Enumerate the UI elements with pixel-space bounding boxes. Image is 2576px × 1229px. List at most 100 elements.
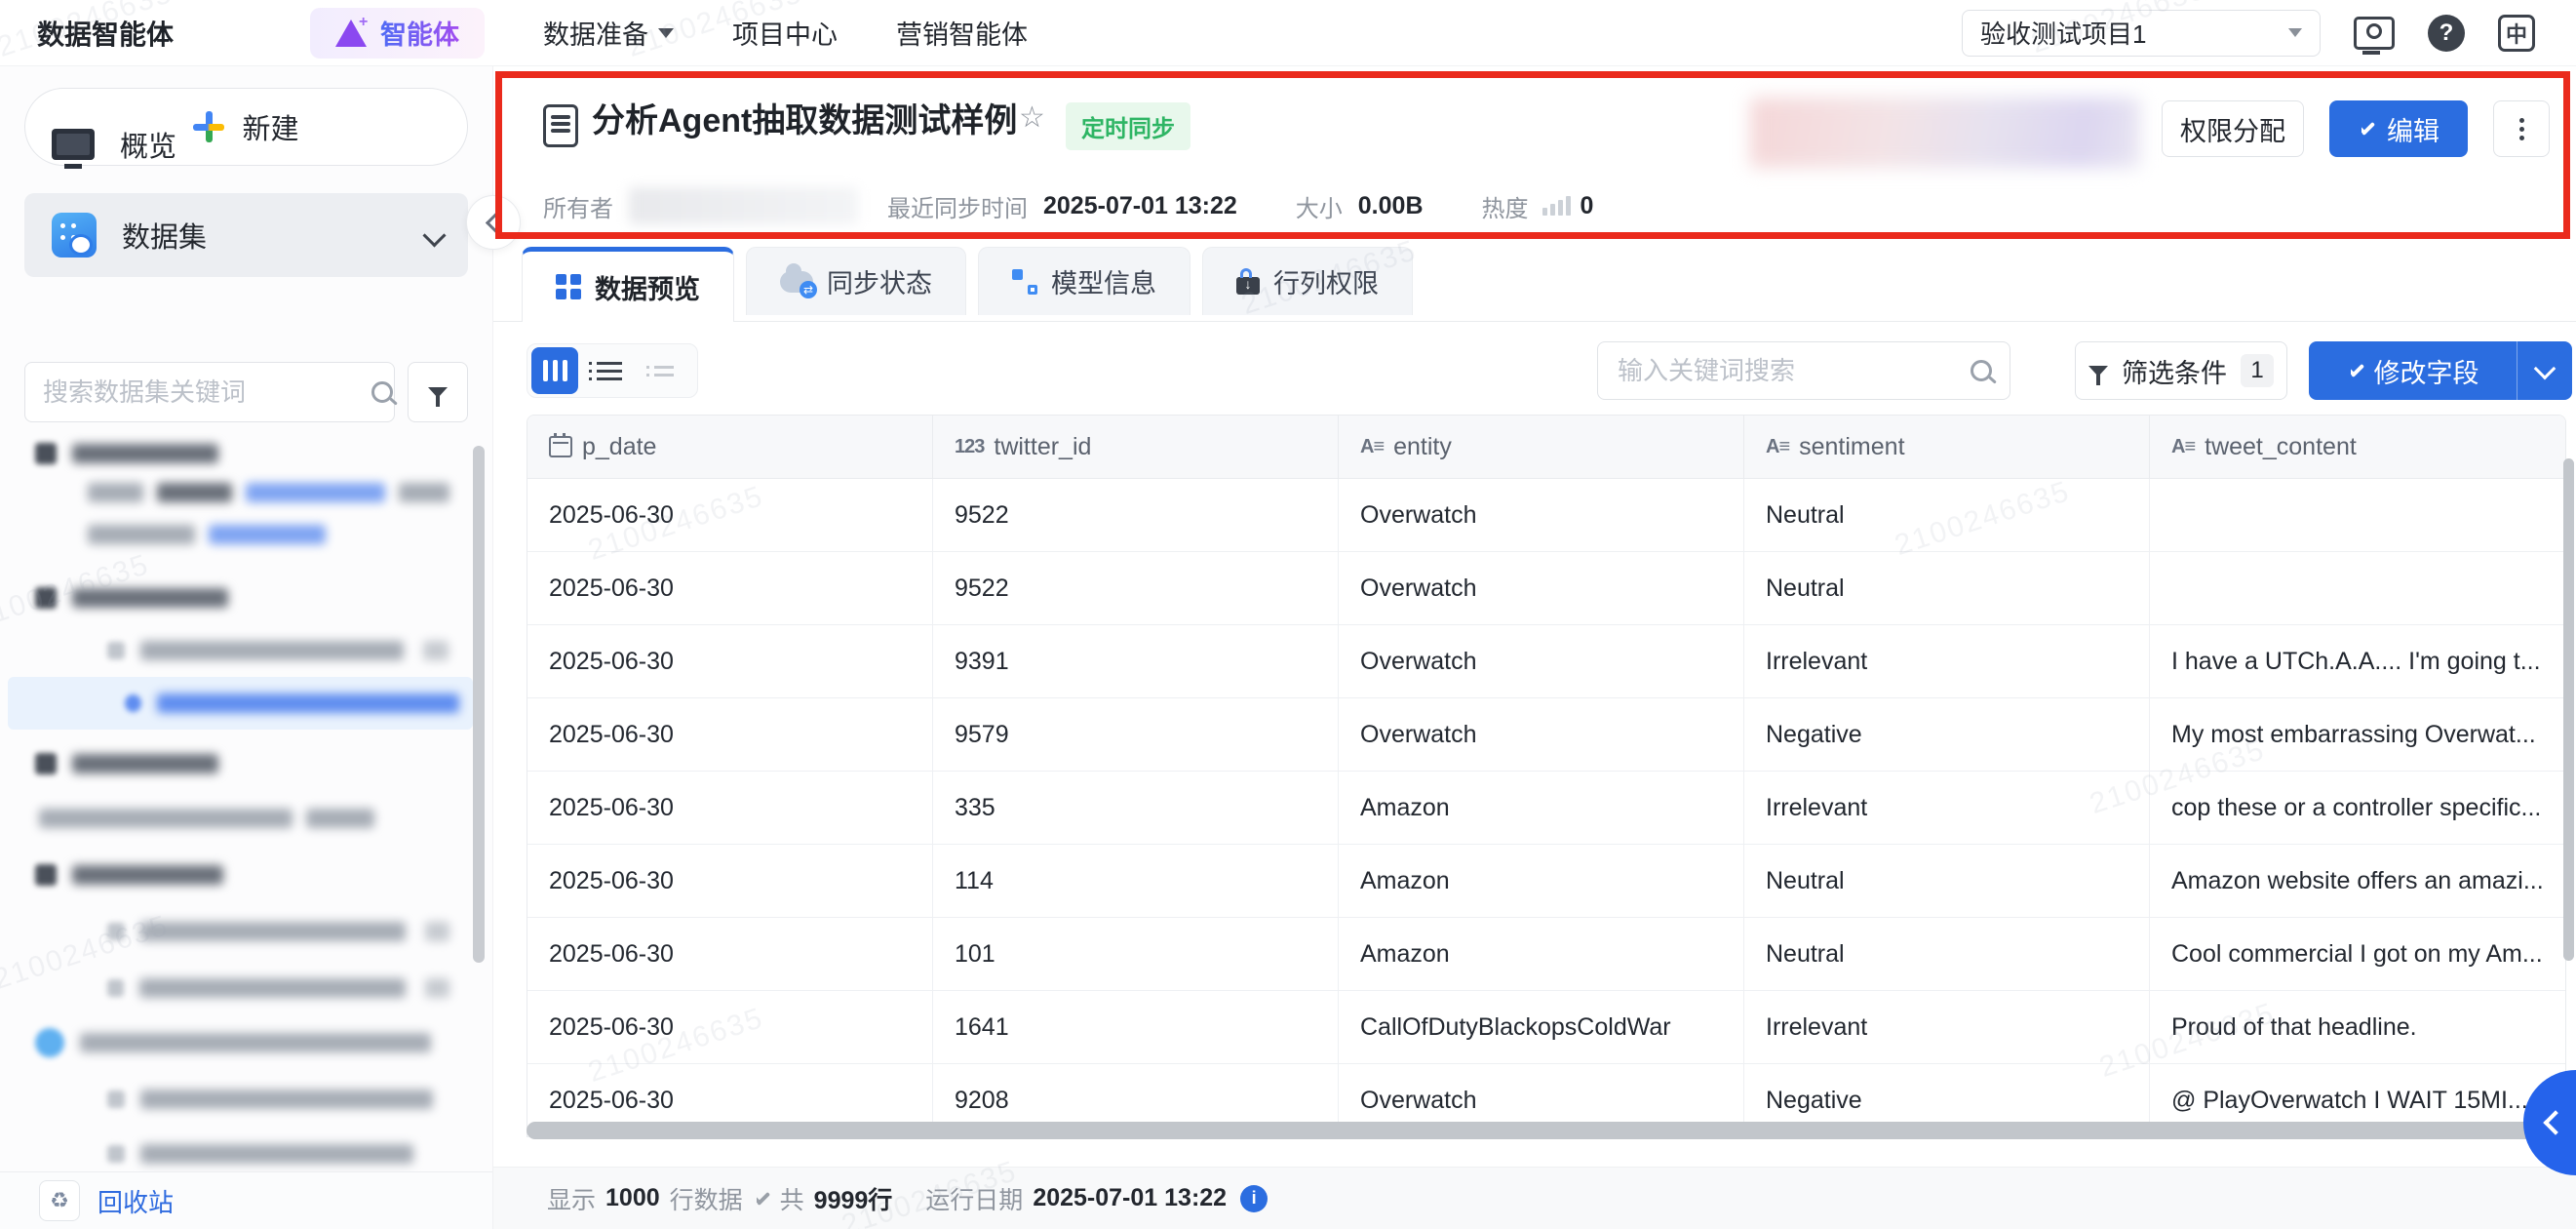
owner-redacted xyxy=(629,187,858,224)
filter-conditions-button[interactable]: 筛选条件 1 xyxy=(2075,341,2287,400)
size-label: 大小 xyxy=(1296,189,1343,223)
sidebar-scrollbar[interactable] xyxy=(473,446,485,963)
permission-button[interactable]: 权限分配 xyxy=(2162,100,2304,157)
chevron-down-icon xyxy=(2534,357,2556,379)
column-header-entity[interactable]: A≡ entity xyxy=(1339,416,1744,478)
tree-item-redacted[interactable] xyxy=(39,804,463,833)
help-icon[interactable]: ? xyxy=(2428,15,2465,52)
info-icon[interactable]: i xyxy=(1240,1185,1268,1212)
tab-model-info[interactable]: 模型信息 xyxy=(978,247,1190,315)
table-row[interactable]: 2025-06-309579OverwatchNegativeMy most e… xyxy=(527,698,2565,772)
overview-label: 概览 xyxy=(120,124,176,165)
tree-item-redacted[interactable] xyxy=(107,973,463,1003)
keyword-search[interactable] xyxy=(1597,341,2010,400)
pencil-icon[interactable] xyxy=(753,1190,770,1208)
more-actions-button[interactable] xyxy=(2493,100,2550,157)
table-cell: Cool commercial I got on my Am... xyxy=(2150,918,2565,990)
table-row[interactable]: 2025-06-30335AmazonIrrelevantcop these o… xyxy=(527,772,2565,845)
tree-group-redacted[interactable] xyxy=(35,860,463,890)
last-sync-value: 2025-07-01 13:22 xyxy=(1043,192,1237,220)
console-icon[interactable] xyxy=(2354,17,2395,50)
vertical-scrollbar[interactable] xyxy=(2563,458,2574,961)
tab-label: 模型信息 xyxy=(1051,262,1156,300)
modify-fields-button[interactable]: 修改字段 xyxy=(2309,341,2572,400)
horizontal-scrollbar[interactable] xyxy=(527,1122,2545,1139)
table-cell: 9391 xyxy=(933,625,1339,697)
view-list-button[interactable] xyxy=(586,347,633,394)
nav-item-marketing[interactable]: 营销智能体 xyxy=(896,14,1028,52)
tree-item-redacted[interactable] xyxy=(107,1085,463,1114)
nav-item-project-center[interactable]: 项目中心 xyxy=(732,14,838,52)
sidebar-item-overview[interactable]: 概览 xyxy=(24,112,468,177)
permission-button-label: 权限分配 xyxy=(2180,110,2285,148)
nav-agent-label: 智能体 xyxy=(380,14,459,52)
list-icon xyxy=(597,362,622,380)
filter-count-badge: 1 xyxy=(2241,354,2274,387)
table-cell: Amazon xyxy=(1339,918,1744,990)
modify-fields-label: 修改字段 xyxy=(2374,352,2479,390)
modify-fields-dropdown[interactable] xyxy=(2517,341,2572,400)
modify-fields-main[interactable]: 修改字段 xyxy=(2309,341,2517,400)
nav-item-agent[interactable]: 智能体 xyxy=(310,8,485,59)
heat-bars-icon xyxy=(1542,196,1571,216)
app-root: 2100246635 2100246635 2100246635 2100246… xyxy=(0,0,2576,1229)
dataset-search[interactable] xyxy=(24,362,395,422)
monitor-icon xyxy=(52,129,95,160)
column-header-tweet-content[interactable]: A≡ tweet_content xyxy=(2150,416,2565,478)
filter-label: 筛选条件 xyxy=(2122,352,2227,390)
recycle-bin-link[interactable]: 回收站 xyxy=(98,1183,174,1219)
dataset-search-input[interactable] xyxy=(41,377,371,409)
project-selector[interactable]: 验收测试项目1 xyxy=(1962,10,2321,57)
star-icon[interactable]: ☆ xyxy=(1019,100,1045,135)
sidebar-collapse-button[interactable] xyxy=(466,195,521,250)
table-row[interactable]: 2025-06-309391OverwatchIrrelevantI have … xyxy=(527,625,2565,698)
tab-row-col-permission[interactable]: 行列权限 xyxy=(1202,247,1413,315)
tree-item-redacted[interactable] xyxy=(88,520,463,549)
page-title: 分析Agent抽取数据测试样例 xyxy=(592,94,1017,141)
tree-item-redacted[interactable] xyxy=(107,917,463,946)
top-bar: 数据智能体 智能体 数据准备 项目中心 营销智能体 验收测试项目1 ? xyxy=(0,0,2576,66)
tree-item-redacted[interactable] xyxy=(88,478,463,507)
table-row[interactable]: 2025-06-309522OverwatchNeutral xyxy=(527,552,2565,625)
table-row[interactable]: 2025-06-309522OverwatchNeutral xyxy=(527,479,2565,552)
language-icon[interactable]: 中 xyxy=(2498,15,2535,52)
column-header-twitter-id[interactable]: 123 twitter_id xyxy=(933,416,1339,478)
lock-icon xyxy=(1236,277,1260,295)
table-cell: cop these or a controller specific... xyxy=(2150,772,2565,844)
table-cell: Overwatch xyxy=(1339,479,1744,551)
table-cell: Neutral xyxy=(1744,845,2150,917)
tab-bar: 数据预览 同步状态 模型信息 行列权限 xyxy=(522,247,1413,322)
shown-rows: 1000 xyxy=(605,1184,660,1212)
tree-item-redacted[interactable] xyxy=(35,1028,463,1057)
view-columns-button[interactable] xyxy=(531,347,578,394)
number-type-icon: 123 xyxy=(955,436,984,458)
table-row[interactable]: 2025-06-30101AmazonNeutralCool commercia… xyxy=(527,918,2565,991)
table-row[interactable]: 2025-06-301641CallOfDutyBlackopsColdWarI… xyxy=(527,991,2565,1064)
owner-label: 所有者 xyxy=(543,189,613,223)
meta-row: 所有者 最近同步时间 2025-07-01 13:22 大小 0.00B 热度 … xyxy=(543,187,1593,224)
edit-button[interactable]: 编辑 xyxy=(2329,100,2468,157)
table-row[interactable]: 2025-06-30114AmazonNeutralAmazon website… xyxy=(527,845,2565,918)
table-cell: I have a UTCh.A.A.... I'm going t... xyxy=(2150,625,2565,697)
heat-label: 热度 xyxy=(1482,189,1529,223)
column-header-p-date[interactable]: p_date xyxy=(527,416,933,478)
table-cell: 2025-06-30 xyxy=(527,918,933,990)
tree-group-redacted[interactable] xyxy=(35,439,463,468)
nav-item-data-prep[interactable]: 数据准备 xyxy=(543,14,674,52)
table-cell: Proud of that headline. xyxy=(2150,991,2565,1063)
tree-group-redacted[interactable] xyxy=(35,749,463,778)
tab-label: 行列权限 xyxy=(1273,262,1379,300)
view-detail-button[interactable] xyxy=(641,347,687,394)
keyword-search-input[interactable] xyxy=(1616,355,1971,387)
tree-item-redacted[interactable] xyxy=(107,636,463,665)
dataset-filter-button[interactable] xyxy=(408,362,468,422)
tab-sync-status[interactable]: 同步状态 xyxy=(746,247,966,315)
caret-down-icon xyxy=(658,28,674,38)
tree-item-selected[interactable] xyxy=(8,677,473,730)
tree-item-redacted[interactable] xyxy=(107,1139,463,1169)
column-header-sentiment[interactable]: A≡ sentiment xyxy=(1744,416,2150,478)
sidebar-item-dataset[interactable]: 数据集 xyxy=(24,193,468,277)
tab-data-preview[interactable]: 数据预览 xyxy=(522,247,734,322)
tree-group-redacted[interactable] xyxy=(35,583,463,613)
column-label: entity xyxy=(1393,433,1452,461)
